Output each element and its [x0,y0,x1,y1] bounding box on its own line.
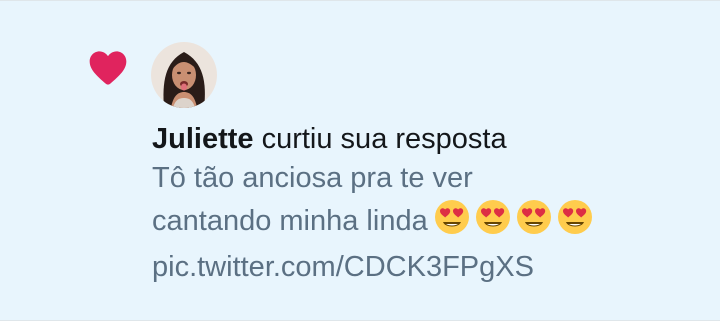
heart-eyes-emoji [516,200,551,234]
tweet-line-1: Tô tão anciosa pra te ver [152,162,473,194]
heart-eyes-emoji [434,200,469,234]
tweet-line-2: cantando minha linda [152,199,712,247]
notification-headline: Juliette curtiu sua resposta [152,120,712,158]
emoji-group [434,199,598,247]
tweet-text[interactable]: Tô tão anciosa pra te ver cantando minha… [152,158,712,288]
heart-eyes-emoji [557,200,592,234]
action-text: curtiu sua resposta [253,123,507,155]
tweet-line-2-text: cantando minha linda [152,205,428,237]
avatar[interactable] [151,42,217,108]
heart-eyes-emoji [475,200,510,234]
like-notification[interactable]: Juliette curtiu sua resposta Tô tão anci… [0,0,720,321]
heart-icon [89,51,127,85]
notification-content: Juliette curtiu sua resposta Tô tão anci… [152,120,712,288]
tweet-media-link[interactable]: pic.twitter.com/CDCK3FPgXS [152,247,712,288]
username-link[interactable]: Juliette [152,123,254,155]
user-avatar-image [151,42,217,108]
